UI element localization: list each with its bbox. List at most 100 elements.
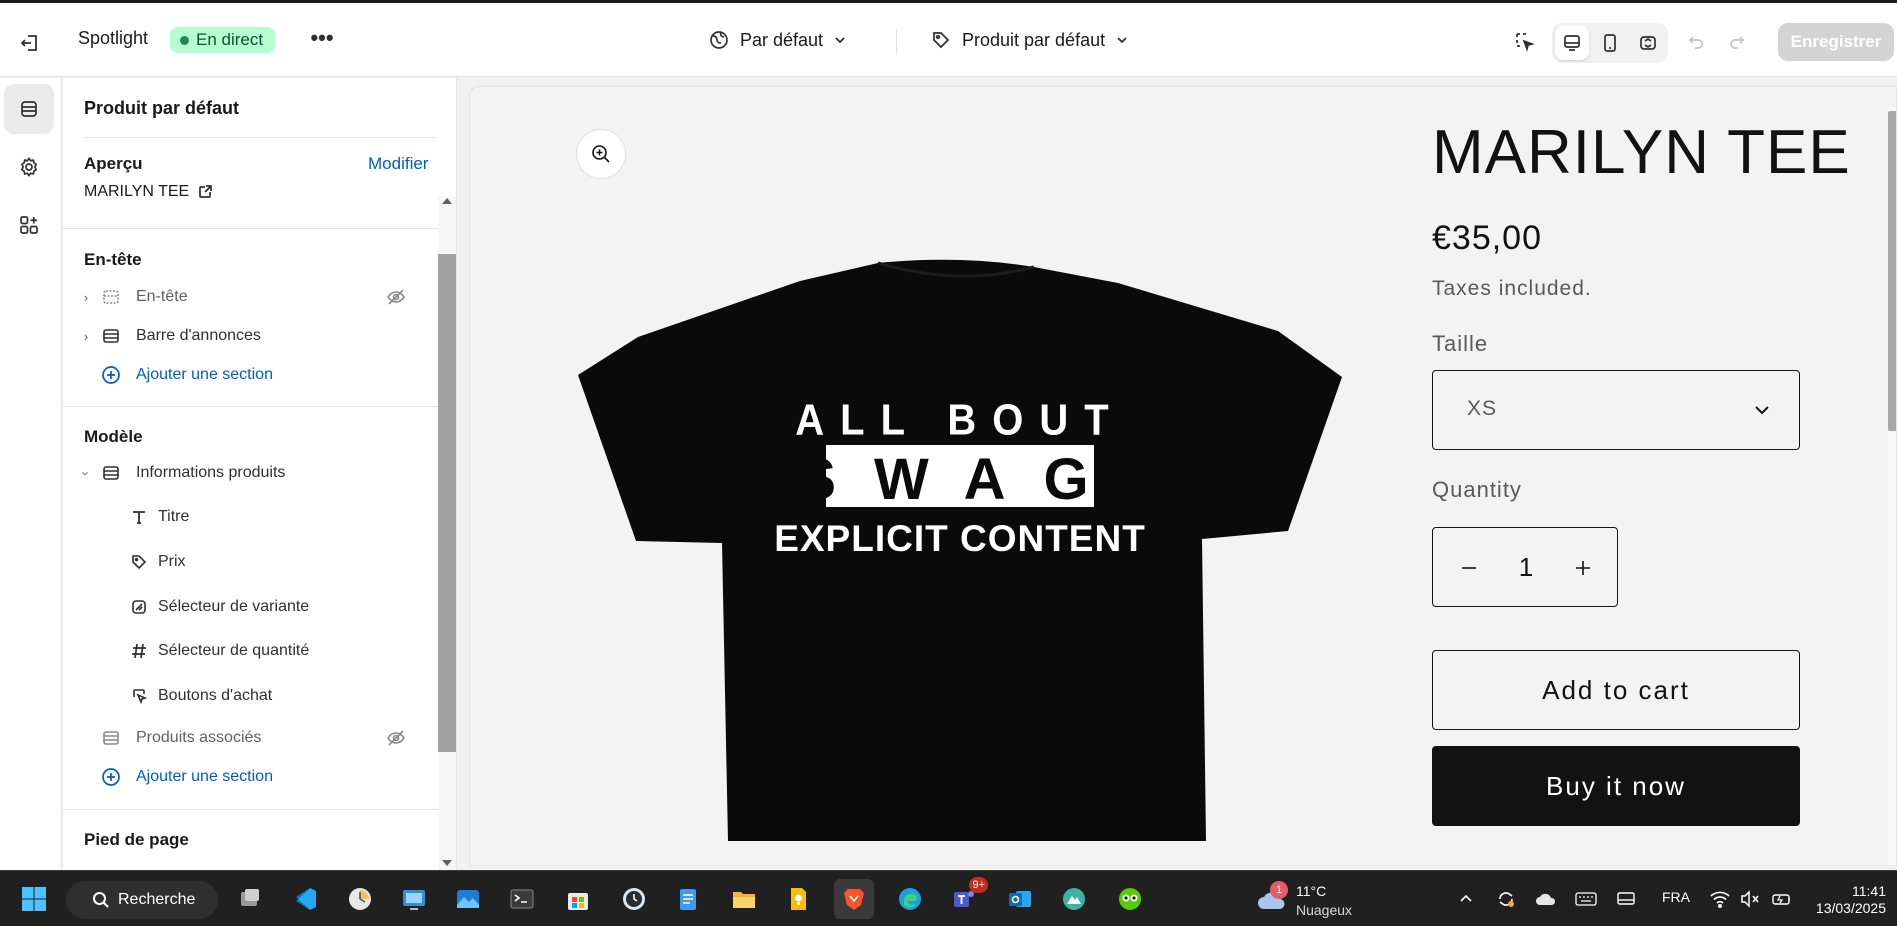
size-label: Taille	[1432, 331, 1489, 356]
brave-browser-app[interactable]	[834, 879, 874, 919]
photos-app[interactable]	[448, 879, 488, 919]
section-related-products[interactable]: Produits associés	[63, 723, 423, 753]
store-app[interactable]	[558, 879, 598, 919]
wifi-tray-icon[interactable]	[1708, 887, 1732, 911]
block-quantity-selector[interactable]: Sélecteur de quantité	[63, 636, 423, 666]
add-to-cart-button[interactable]: Add to cart	[1432, 650, 1800, 730]
section-announcement-bar[interactable]: › Barre d'annonces	[63, 321, 423, 351]
hidden-eye-icon[interactable]	[385, 286, 407, 308]
preview-product[interactable]: MARILYN TEE	[84, 183, 213, 201]
windows-logo-icon	[22, 887, 46, 911]
task-view-icon	[241, 889, 259, 906]
clock-app[interactable]	[340, 879, 380, 919]
chevron-down-icon	[1117, 37, 1127, 44]
apps-icon	[20, 216, 38, 234]
volume-tray-icon[interactable]	[1738, 887, 1762, 911]
section-label: Produits associés	[136, 729, 262, 746]
minus-icon	[1462, 567, 1476, 569]
product-price: €35,00	[1432, 219, 1542, 257]
template-dropdown[interactable]: Produit par défaut	[930, 29, 1129, 51]
quantity-increase-button[interactable]	[1563, 548, 1603, 588]
chevron-right-icon[interactable]: ›	[79, 290, 93, 305]
display-icon	[1617, 892, 1635, 905]
scroll-down-arrow-icon[interactable]	[442, 860, 452, 866]
editor-nav-rail	[0, 78, 62, 870]
input-language[interactable]: FRA	[1662, 889, 1690, 905]
change-preview-link[interactable]: Modifier	[368, 154, 428, 174]
sections-nav-button[interactable]	[4, 84, 54, 134]
size-select[interactable]: XS	[1432, 370, 1800, 450]
market-dropdown[interactable]: Par défaut	[708, 29, 847, 51]
add-section-header-button[interactable]: Ajouter une section	[63, 360, 423, 390]
vscode-app[interactable]	[284, 879, 324, 919]
taskbar-clock[interactable]: 11:41 13/03/2025	[1800, 883, 1886, 917]
redo-button[interactable]	[1720, 25, 1754, 59]
panel-scrollbar-thumb[interactable]	[438, 254, 456, 752]
chevron-down-icon[interactable]: ›	[79, 466, 94, 480]
section-label: Barre d'annonces	[136, 327, 261, 344]
tee-print-line3: EXPLICIT CONTENT	[774, 518, 1146, 559]
quantity-decrease-button[interactable]	[1449, 548, 1489, 588]
mobile-view-button[interactable]	[1593, 26, 1627, 60]
exit-editor-button[interactable]	[14, 27, 46, 59]
remote-desktop-app[interactable]	[394, 879, 434, 919]
product-image[interactable]: ALL BOUT SWAG EXPLICIT CONTENT	[578, 257, 1342, 841]
file-explorer-app[interactable]	[724, 879, 764, 919]
block-variant-picker[interactable]: Sélecteur de variante	[63, 592, 423, 622]
quantity-input[interactable]: 1	[1493, 552, 1559, 583]
onedrive-tray-icon[interactable]	[1534, 887, 1558, 911]
globe-icon	[710, 31, 728, 49]
keep-notes-app[interactable]	[778, 879, 818, 919]
terminal-app[interactable]	[502, 879, 542, 919]
quantity-label: Quantity	[1432, 477, 1522, 502]
clock-time: 11:41	[1852, 883, 1886, 899]
battery-tray-icon[interactable]	[1770, 887, 1794, 911]
save-button[interactable]: Enregistrer	[1778, 23, 1894, 61]
teams-app[interactable]: 9+	[944, 877, 988, 919]
sync-tray-icon[interactable]	[1494, 887, 1518, 911]
add-section-template-button[interactable]: Ajouter une section	[63, 762, 423, 792]
more-actions-button[interactable]: •••	[308, 27, 336, 55]
panel-divider	[63, 406, 456, 407]
panel-divider	[63, 228, 456, 229]
notepad-app[interactable]	[668, 879, 708, 919]
tray-overflow-button[interactable]	[1454, 887, 1478, 911]
tee-print-line2: SWAG	[797, 447, 1126, 512]
sections-panel: Produit par défaut Aperçu Modifier MARIL…	[63, 78, 457, 870]
mountain-app[interactable]	[1054, 879, 1094, 919]
outlook-icon	[1009, 891, 1031, 907]
apps-nav-button[interactable]	[4, 200, 54, 250]
inspector-button[interactable]	[1508, 25, 1542, 59]
chevron-right-icon[interactable]: ›	[79, 329, 93, 344]
sync-icon	[1499, 892, 1514, 907]
weather-widget[interactable]: 1 11°C Nuageux	[1256, 881, 1386, 921]
fullwidth-view-button[interactable]	[1631, 26, 1665, 60]
hidden-eye-icon[interactable]	[385, 727, 407, 749]
taskbar-search[interactable]: Recherche	[66, 881, 218, 919]
product-title: MARILYN TEE	[1432, 118, 1851, 187]
preview-scrollbar-thumb[interactable]	[1888, 111, 1896, 431]
zoom-image-button[interactable]	[576, 129, 626, 179]
task-view-app[interactable]	[230, 879, 270, 919]
block-price[interactable]: Prix	[63, 547, 423, 577]
scroll-up-arrow-icon[interactable]	[442, 198, 452, 204]
store-icon	[568, 893, 588, 910]
keyboard-tray-icon[interactable]	[1574, 887, 1598, 911]
plus-icon	[1576, 561, 1590, 575]
clock-widget-app[interactable]	[614, 879, 654, 919]
outlook-app[interactable]	[1000, 879, 1040, 919]
display-tray-icon[interactable]	[1614, 887, 1638, 911]
buy-now-button[interactable]: Buy it now	[1432, 746, 1800, 826]
block-buy-buttons[interactable]: Boutons d'achat	[63, 681, 423, 711]
block-title[interactable]: Titre	[63, 502, 423, 532]
section-product-info[interactable]: › Informations produits	[63, 458, 423, 488]
edge-icon	[899, 888, 921, 910]
start-button[interactable]	[14, 879, 54, 919]
desktop-view-button[interactable]	[1555, 26, 1589, 60]
theme-settings-nav-button[interactable]	[4, 142, 54, 192]
duolingo-app[interactable]	[1110, 879, 1150, 919]
battery-charging-icon	[1772, 894, 1790, 905]
section-header[interactable]: › En-tête	[63, 282, 423, 312]
undo-button[interactable]	[1679, 25, 1713, 59]
edge-browser-app[interactable]	[890, 879, 930, 919]
